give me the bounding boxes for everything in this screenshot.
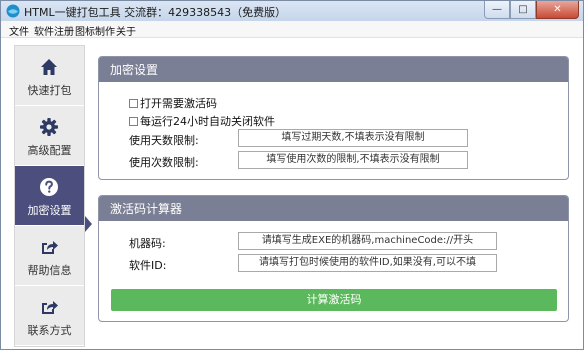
sidebar-item-label: 联系方式: [27, 324, 72, 337]
gear-icon: [40, 118, 58, 136]
sidebar-item-label: 加密设置: [27, 204, 72, 217]
maximize-button[interactable]: □: [510, 1, 536, 19]
activation-calculator-panel: 激活码计算器 机器码: 请填写生成EXE的机器码,machineCode://开…: [98, 195, 569, 322]
checkbox-box[interactable]: [129, 116, 138, 126]
days-limit-input[interactable]: 填写过期天数,不填表示没有限制: [238, 129, 468, 147]
times-limit-label: 使用次数限制:: [129, 156, 199, 169]
sidebar-item-help[interactable]: 帮助信息: [15, 226, 84, 286]
app-logo-icon: [6, 4, 20, 18]
menu-register[interactable]: 软件注册: [34, 23, 74, 38]
title-bar: HTML一键打包工具 交流群：429338543（免费版） — □ ✕: [1, 1, 583, 21]
sidebar-item-advanced[interactable]: 高级配置: [15, 106, 84, 166]
software-id-input[interactable]: 请填写打包时候使用的软件ID,如果没有,可以不填: [238, 254, 497, 272]
checkbox-box[interactable]: [129, 98, 138, 108]
sidebar-item-label: 高级配置: [27, 144, 72, 157]
close-button[interactable]: ✕: [536, 1, 579, 19]
machine-code-input[interactable]: 请填写生成EXE的机器码,machineCode://开头: [238, 232, 497, 250]
calculate-activation-button[interactable]: 计算激活码: [111, 289, 557, 311]
sidebar-item-label: 快速打包: [27, 84, 72, 97]
panel-title: 加密设置: [99, 57, 568, 82]
sidebar-item-contact[interactable]: 联系方式: [15, 286, 84, 346]
sidebar-item-quick-pack[interactable]: 快速打包: [15, 46, 84, 106]
sidebar-item-encryption[interactable]: 加密设置: [15, 166, 84, 226]
days-limit-label: 使用天数限制:: [129, 134, 199, 147]
share-icon: [42, 301, 58, 314]
minimize-button[interactable]: —: [484, 1, 510, 19]
activation-checkbox[interactable]: 打开需要激活码: [129, 95, 217, 111]
sidebar-item-label: 帮助信息: [27, 264, 72, 277]
menu-icon-maker[interactable]: 图标制作: [75, 23, 115, 38]
share-icon: [42, 241, 58, 254]
home-icon: [41, 59, 57, 75]
software-id-label: 软件ID:: [129, 259, 167, 272]
window-title: HTML一键打包工具 交流群：429338543（免费版）: [24, 6, 287, 19]
encryption-settings-panel: 加密设置 打开需要激活码 每运行24小时自动关闭软件 使用天数限制: 填写过期天…: [98, 56, 569, 180]
window-controls: — □ ✕: [484, 1, 579, 19]
main-content: 快速打包 高级配置 加密设置 帮助信息 联系方式 加密设置 打开需要激活码 每运…: [1, 38, 583, 349]
app-window: HTML一键打包工具 交流群：429338543（免费版） — □ ✕ 文件 软…: [0, 0, 584, 350]
auto-close-checkbox[interactable]: 每运行24小时自动关闭软件: [129, 113, 275, 129]
menu-file[interactable]: 文件: [9, 23, 29, 38]
sidebar: 快速打包 高级配置 加密设置 帮助信息 联系方式: [14, 45, 85, 347]
menu-bar: 文件 软件注册 图标制作 关于: [1, 21, 583, 38]
question-icon: [40, 178, 58, 196]
times-limit-input[interactable]: 填写使用次数的限制,不填表示没有限制: [238, 151, 468, 169]
checkbox-label: 打开需要激活码: [140, 97, 217, 110]
panel-title: 激活码计算器: [99, 196, 568, 221]
menu-about[interactable]: 关于: [116, 23, 136, 38]
checkbox-label: 每运行24小时自动关闭软件: [140, 115, 275, 128]
machine-code-label: 机器码:: [129, 237, 166, 250]
active-nav-arrow: [85, 216, 92, 232]
